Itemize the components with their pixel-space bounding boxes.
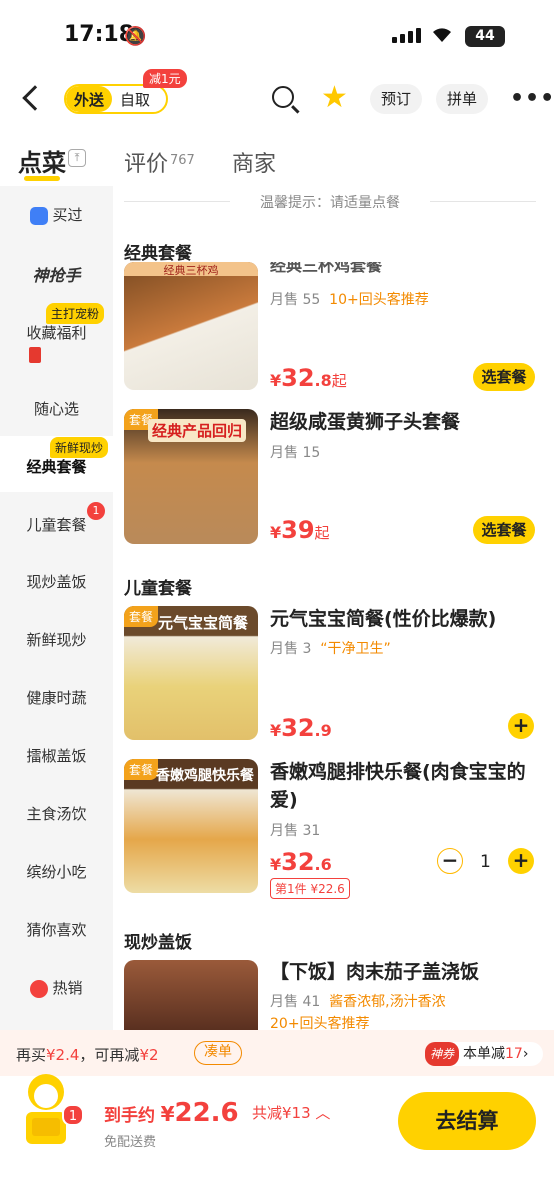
choose-set-button[interactable]: 选套餐	[473, 516, 535, 544]
section-title-stir: 现炒盖饭	[124, 933, 192, 953]
pickup-option[interactable]: 自取	[112, 89, 158, 110]
dish-price: ¥32.6	[270, 848, 332, 876]
back-icon[interactable]	[22, 85, 48, 111]
section-title-kids: 儿童套餐	[124, 579, 192, 599]
sidebar-item-hot[interactable]: 热销	[0, 977, 113, 998]
delivery-mode-toggle[interactable]: 外送 自取	[64, 84, 168, 114]
signal-icon	[392, 28, 421, 43]
coupon-summary[interactable]: 神券 本单减17›	[425, 1042, 543, 1066]
search-icon[interactable]	[272, 86, 294, 108]
red-envelope-icon	[28, 347, 41, 363]
sidebar-item-bought[interactable]: 买过	[0, 204, 113, 225]
sidebar-item-staple[interactable]: 主食汤饮	[0, 803, 113, 824]
active-tab-indicator	[24, 176, 60, 181]
dish-sales: 月售 31	[270, 823, 321, 839]
fresh-tag: 新鲜现炒	[50, 437, 109, 458]
savings-toggle[interactable]: 共减¥13 ︿	[252, 1102, 330, 1123]
qty-value: 1	[480, 852, 491, 872]
dish-name: 【下饭】肉末茄子盖浇饭	[270, 961, 480, 983]
sidebar-item-veg[interactable]: 健康时蔬	[0, 687, 113, 708]
reviews-count: 767	[170, 153, 195, 168]
pickup-discount-badge: 减1元	[143, 69, 187, 88]
order-tip: 温馨提示：请适量点餐	[260, 195, 400, 211]
shen-logo: 神抢手	[32, 266, 81, 285]
dish-tag: 20+回头客推荐	[270, 1016, 370, 1030]
dish-name: 经典三杯鸡套餐	[270, 262, 383, 275]
dish-price: ¥32.8起	[270, 364, 347, 392]
dish-sales: 月售 41 酱香浓郁,汤汁香浓	[270, 994, 446, 1010]
wifi-icon	[430, 24, 454, 48]
tab-merchant[interactable]: 商家	[232, 146, 276, 178]
total-price: 到手约 ¥22.6	[104, 1098, 239, 1128]
increase-qty-button[interactable]: +	[508, 848, 534, 874]
dish-name: 元气宝宝简餐(性价比爆款)	[270, 608, 497, 630]
checkout-button[interactable]: 去结算	[398, 1092, 536, 1150]
dish-image[interactable]: 套餐 元气宝宝简餐	[124, 606, 258, 740]
dish-image[interactable]: 套餐 香嫩鸡腿快乐餐	[124, 759, 258, 893]
tab-reviews[interactable]: 评价	[124, 146, 168, 178]
favorite-star-icon[interactable]: ★	[321, 80, 348, 115]
choose-set-button[interactable]: 选套餐	[473, 363, 535, 391]
section-title-classic: 经典套餐	[124, 244, 192, 264]
tab-dishes[interactable]: 点菜	[18, 143, 66, 178]
add-on-button[interactable]: 凑单	[194, 1041, 242, 1065]
dish-price: ¥39起	[270, 516, 330, 544]
sidebar-item-fav[interactable]: 收藏福利	[0, 322, 113, 367]
group-order-button[interactable]: 拼单	[436, 84, 488, 114]
add-to-cart-button[interactable]: +	[508, 713, 534, 739]
first-item-deal: 第1件 ¥22.6	[270, 878, 350, 899]
flame-icon	[30, 979, 49, 998]
sidebar-item-snack[interactable]: 缤纷小吃	[0, 861, 113, 882]
more-icon[interactable]: •••	[510, 86, 554, 111]
promo-text: 再买¥2.4，可再减¥2	[16, 1046, 159, 1064]
category-sidebar: 买过 神抢手 主打宠粉 收藏福利 随心选 经典套餐 新鲜现炒 儿童套餐 1 现炒…	[0, 186, 113, 1031]
dish-sales: 月售 55 10+回头客推荐	[270, 292, 429, 308]
fav-tag: 主打宠粉	[46, 303, 105, 324]
sidebar-item-random[interactable]: 随心选	[0, 398, 113, 419]
reserve-button[interactable]: 预订	[370, 84, 422, 114]
dish-image[interactable]	[124, 960, 258, 1030]
battery-indicator: 44	[465, 26, 505, 47]
dish-image[interactable]: 套餐 经典产品回归	[124, 409, 258, 544]
dish-image[interactable]: 经典三杯鸡	[124, 262, 258, 390]
sidebar-item-stir[interactable]: 现炒盖饭	[0, 571, 113, 592]
pin-top-icon[interactable]: ⤒	[68, 149, 86, 167]
shop-bag-icon	[30, 206, 49, 225]
delivery-fee-note: 免配送费	[104, 1135, 157, 1150]
mute-bell-icon: 🔕	[124, 26, 147, 47]
dish-name: 香嫩鸡腿排快乐餐(肉食宝宝的爱)	[270, 761, 526, 811]
dish-price: ¥32.9	[270, 714, 332, 742]
cart-count-badge: 1	[62, 1104, 84, 1126]
dish-sales: 月售 3 “干净卫生”	[270, 641, 391, 657]
sidebar-item-fresh[interactable]: 新鲜现炒	[0, 629, 113, 650]
sidebar-item-chili[interactable]: 擂椒盖饭	[0, 745, 113, 766]
dish-sales: 月售 15	[270, 445, 321, 461]
delivery-option[interactable]: 外送	[66, 86, 113, 112]
sidebar-item-guess[interactable]: 猜你喜欢	[0, 919, 113, 940]
dish-name: 超级咸蛋黄狮子头套餐	[270, 411, 461, 433]
decrease-qty-button[interactable]: −	[437, 848, 463, 874]
kids-cart-badge: 1	[87, 502, 105, 520]
